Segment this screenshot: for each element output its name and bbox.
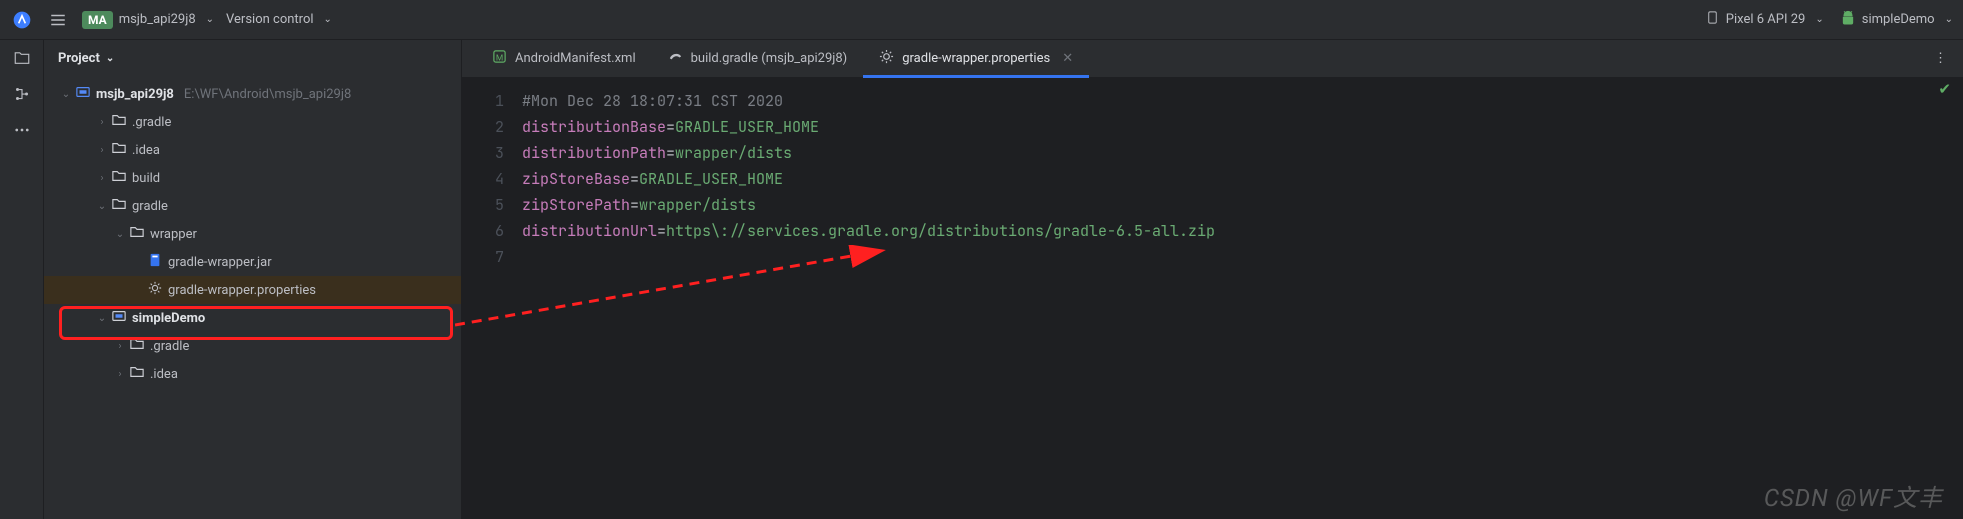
top-bar: MA msjb_api29j8 ⌄ Version control ⌄ Pixe… [0, 0, 1963, 40]
folder-icon [110, 113, 128, 131]
project-sidebar: Project ⌄ ⌄ msjb_api29j8 E:\WF\Android\m… [44, 40, 462, 519]
code-line[interactable]: zipStorePath=wrapper/dists [522, 192, 1963, 218]
tree-item-label: gradle-wrapper.properties [168, 283, 316, 298]
folder-icon [110, 141, 128, 159]
tree-item[interactable]: gradle-wrapper.jar [44, 248, 461, 276]
line-number: 1 [462, 88, 504, 114]
device-selector[interactable]: Pixel 6 API 29 ⌄ [1705, 10, 1824, 29]
tool-rail [0, 40, 44, 519]
close-icon[interactable]: ✕ [1062, 51, 1073, 66]
tree-item[interactable]: ⌄ simpleDemo [44, 304, 461, 332]
project-tree: ⌄ msjb_api29j8 E:\WF\Android\msjb_api29j… [44, 76, 461, 519]
folder-icon [128, 225, 146, 243]
line-number: 6 [462, 218, 504, 244]
chevron-down-icon: ⌄ [58, 89, 74, 100]
tree-chevron-icon: ⌄ [112, 229, 128, 240]
module-icon [74, 85, 92, 103]
folder-icon [128, 365, 146, 383]
manifest-icon: M [492, 49, 507, 68]
tree-chevron-icon: › [94, 145, 110, 156]
more-tool-icon[interactable] [12, 120, 32, 140]
code-line[interactable]: zipStoreBase=GRADLE_USER_HOME [522, 166, 1963, 192]
tree-item[interactable]: › build [44, 164, 461, 192]
editor-body[interactable]: 1234567 #Mon Dec 28 18:07:31 CST 2020dis… [462, 78, 1963, 519]
code-line[interactable]: #Mon Dec 28 18:07:31 CST 2020 [522, 88, 1963, 114]
editor-code[interactable]: #Mon Dec 28 18:07:31 CST 2020distributio… [522, 78, 1963, 519]
tree-chevron-icon: › [112, 369, 128, 380]
tree-item-label: .gradle [150, 339, 189, 354]
editor-tab[interactable]: gradle-wrapper.properties ✕ [863, 40, 1089, 77]
project-selector[interactable]: MA msjb_api29j8 ⌄ [82, 11, 214, 29]
tree-root[interactable]: ⌄ msjb_api29j8 E:\WF\Android\msjb_api29j… [44, 80, 461, 108]
folder-icon [110, 169, 128, 187]
android-icon [1840, 10, 1856, 30]
line-number: 5 [462, 192, 504, 218]
tree-item-label: gradle [132, 199, 168, 214]
tree-root-label: msjb_api29j8 [96, 87, 174, 102]
tree-item[interactable]: gradle-wrapper.properties [44, 276, 461, 304]
tree-root-path: E:\WF\Android\msjb_api29j8 [184, 87, 351, 102]
inspection-ok-icon[interactable]: ✔ [1938, 80, 1951, 98]
gear-icon [146, 281, 164, 299]
project-badge: MA [82, 11, 113, 29]
device-icon [1705, 10, 1720, 29]
tree-item-label: simpleDemo [132, 311, 205, 326]
code-line[interactable]: distributionBase=GRADLE_USER_HOME [522, 114, 1963, 140]
structure-tool-icon[interactable] [12, 84, 32, 104]
line-number: 4 [462, 166, 504, 192]
tree-item-label: .idea [150, 367, 178, 382]
chevron-down-icon: ⌄ [106, 53, 114, 64]
tree-item[interactable]: › .idea [44, 360, 461, 388]
main-menu-icon[interactable] [46, 8, 70, 32]
watermark: CSDN @WF文丰 [1764, 478, 1943, 513]
chevron-down-icon: ⌄ [1945, 14, 1953, 25]
tree-item-label: .gradle [132, 115, 171, 130]
line-number: 3 [462, 140, 504, 166]
sidebar-header[interactable]: Project ⌄ [44, 40, 461, 76]
tree-item[interactable]: › .idea [44, 136, 461, 164]
run-config-selector[interactable]: simpleDemo ⌄ [1840, 10, 1953, 30]
editor-tab[interactable]: build.gradle (msjb_api29j8) [652, 40, 864, 77]
folder-icon [110, 197, 128, 215]
tab-more-icon[interactable]: ⋮ [1918, 40, 1963, 77]
tree-item[interactable]: ⌄ wrapper [44, 220, 461, 248]
module-icon [110, 309, 128, 327]
version-control-menu[interactable]: Version control ⌄ [226, 12, 332, 27]
code-line[interactable]: distributionUrl=https\://services.gradle… [522, 218, 1963, 244]
svg-text:M: M [496, 53, 503, 63]
chevron-down-icon: ⌄ [324, 14, 332, 25]
tab-label: gradle-wrapper.properties [902, 51, 1050, 66]
code-line[interactable] [522, 244, 1963, 270]
chevron-down-icon: ⌄ [206, 14, 214, 25]
gear-icon [879, 49, 894, 68]
editor-gutter: 1234567 [462, 78, 522, 519]
tree-chevron-icon: › [112, 341, 128, 352]
folder-icon [128, 337, 146, 355]
tree-item[interactable]: › .gradle [44, 108, 461, 136]
code-line[interactable]: distributionPath=wrapper/dists [522, 140, 1963, 166]
tree-item-label: .idea [132, 143, 160, 158]
chevron-down-icon: ⌄ [1815, 14, 1823, 25]
tab-label: AndroidManifest.xml [515, 51, 636, 66]
tree-item-label: build [132, 171, 160, 186]
tree-chevron-icon: › [94, 173, 110, 184]
project-tool-icon[interactable] [12, 48, 32, 68]
project-name: msjb_api29j8 [119, 12, 196, 27]
tree-chevron-icon: ⌄ [94, 313, 110, 324]
line-number: 2 [462, 114, 504, 140]
editor-tab[interactable]: M AndroidManifest.xml [476, 40, 652, 77]
editor-area: M AndroidManifest.xml build.gradle (msjb_a… [462, 40, 1963, 519]
android-studio-logo-icon [10, 8, 34, 32]
tab-label: build.gradle (msjb_api29j8) [691, 51, 848, 66]
tree-item-label: wrapper [150, 227, 197, 242]
tree-chevron-icon: ⌄ [94, 201, 110, 212]
tree-item-label: gradle-wrapper.jar [168, 255, 272, 270]
jar-icon [146, 253, 164, 271]
gradle-icon [668, 49, 683, 68]
line-number: 7 [462, 244, 504, 270]
tab-bar: M AndroidManifest.xml build.gradle (msjb_a… [462, 40, 1963, 78]
tree-item[interactable]: › .gradle [44, 332, 461, 360]
tree-chevron-icon: › [94, 117, 110, 128]
tree-item[interactable]: ⌄ gradle [44, 192, 461, 220]
